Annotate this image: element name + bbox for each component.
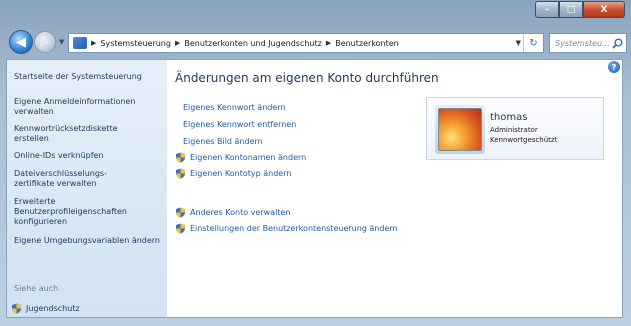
sidebar-item-jugendschutz[interactable]: Jugendschutz xyxy=(11,303,80,314)
task-manage-other-account[interactable]: Anderes Konto verwalten xyxy=(175,207,290,218)
uac-shield-icon xyxy=(176,152,185,163)
uac-shield-icon xyxy=(176,207,185,218)
breadcrumb-separator[interactable]: ▶ xyxy=(91,39,96,47)
task-change-account-name[interactable]: Eigenen Kontonamen ändern xyxy=(175,152,306,163)
breadcrumb-separator[interactable]: ▶ xyxy=(175,39,180,47)
task-sidebar: Startseite der Systemsteuerung Eigene An… xyxy=(7,60,167,317)
control-panel-window: – □ X ◀ ▶ ▼ ▶ Systemsteuerung ▶ Benutzer… xyxy=(0,0,631,326)
task-label: Anderes Konto verwalten xyxy=(190,208,291,217)
account-password-status: Kennwortgeschützt xyxy=(490,136,558,144)
search-input[interactable]: Systemsteu... xyxy=(550,39,610,48)
recent-pages-dropdown[interactable]: ▼ xyxy=(59,38,64,46)
uac-shield-icon xyxy=(176,223,185,234)
control-panel-icon xyxy=(73,37,87,49)
account-name: thomas xyxy=(490,112,528,123)
back-button[interactable]: ◀ xyxy=(9,30,33,54)
breadcrumb-systemsteuerung[interactable]: Systemsteuerung xyxy=(100,39,171,48)
task-label: Eigenen Kontotyp ändern xyxy=(190,169,292,178)
task-uac-settings[interactable]: Einstellungen der Benutzerkontensteuerun… xyxy=(175,223,398,234)
chevron-down-icon[interactable]: ▼ xyxy=(516,39,521,47)
help-icon[interactable]: ? xyxy=(608,61,620,73)
uac-shield-icon xyxy=(12,303,21,314)
caption-buttons: – □ X xyxy=(535,1,625,18)
breadcrumb-benutzerkonten[interactable]: Benutzerkonten xyxy=(335,39,399,48)
see-also-heading: Siehe auch xyxy=(14,284,59,293)
address-bar[interactable]: ▶ Systemsteuerung ▶ Benutzerkonten und J… xyxy=(68,33,544,53)
sidebar-item-profile-properties[interactable]: Erweiterte Benutzerprofileigenschaften k… xyxy=(14,197,164,227)
maximize-button[interactable]: □ xyxy=(559,1,583,18)
search-box[interactable]: Systemsteu... xyxy=(549,33,627,53)
task-change-picture[interactable]: Eigenes Bild ändern xyxy=(183,137,263,146)
search-icon[interactable] xyxy=(610,36,624,50)
sidebar-item-label: Jugendschutz xyxy=(26,304,80,313)
navigation-bar: ◀ ▶ ▼ ▶ Systemsteuerung ▶ Benutzerkonten… xyxy=(0,27,631,59)
sidebar-item-encryption-certificates[interactable]: Dateiverschlüsselungs-zertifikate verwal… xyxy=(14,169,126,189)
avatar xyxy=(438,108,482,151)
breadcrumb-separator[interactable]: ▶ xyxy=(326,39,331,47)
breadcrumb-benutzerkonten-jugendschutz[interactable]: Benutzerkonten und Jugendschutz xyxy=(184,39,321,48)
uac-shield-icon xyxy=(176,168,185,179)
task-change-password[interactable]: Eigenes Kennwort ändern xyxy=(183,103,286,112)
refresh-button[interactable]: ↻ xyxy=(523,34,543,52)
task-label: Einstellungen der Benutzerkontensteuerun… xyxy=(190,224,398,233)
content-area: Startseite der Systemsteuerung Eigene An… xyxy=(6,59,623,318)
minimize-button[interactable]: – xyxy=(535,1,559,18)
sidebar-item-home[interactable]: Startseite der Systemsteuerung xyxy=(14,72,142,82)
task-label: Eigenen Kontonamen ändern xyxy=(190,153,307,162)
sidebar-item-online-ids[interactable]: Online-IDs verknüpfen xyxy=(14,151,104,161)
close-button[interactable]: X xyxy=(583,1,625,18)
sidebar-item-password-reset-disk[interactable]: Kennwortrücksetzdiskette erstellen xyxy=(14,124,144,144)
account-role: Administrator xyxy=(490,126,538,134)
task-remove-password[interactable]: Eigenes Kennwort entfernen xyxy=(183,120,296,129)
sidebar-item-credentials[interactable]: Eigene Anmeldeinformationen verwalten xyxy=(14,97,164,117)
page-title: Änderungen am eigenen Konto durchführen xyxy=(175,71,439,85)
forward-button[interactable]: ▶ xyxy=(34,31,56,53)
main-pane: ? Änderungen am eigenen Konto durchführe… xyxy=(167,60,622,317)
task-change-account-type[interactable]: Eigenen Kontotyp ändern xyxy=(175,168,291,179)
account-card: thomas Administrator Kennwortgeschützt xyxy=(426,97,604,160)
sidebar-item-environment-variables[interactable]: Eigene Umgebungsvariablen ändern xyxy=(14,236,164,246)
